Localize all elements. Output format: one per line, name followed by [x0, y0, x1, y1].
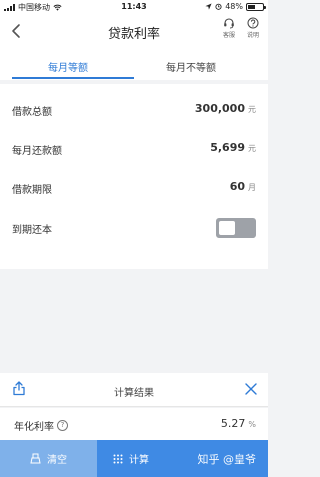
service-button[interactable]: 客服: [219, 17, 239, 39]
clear-button[interactable]: 清空: [0, 440, 97, 477]
help-label: 说明: [246, 32, 259, 39]
status-bar: 中国移动 11:43 48%: [0, 0, 268, 14]
location-icon: [205, 3, 212, 10]
loan-term-number: 60: [229, 180, 245, 193]
loan-term-unit: 月: [248, 183, 256, 192]
tab-equal-monthly[interactable]: 每月等额: [48, 59, 88, 74]
calculate-label: 计算: [129, 455, 149, 466]
principal-at-maturity-label: 到期还本: [12, 225, 52, 236]
result-title: 计算结果: [114, 388, 154, 399]
monthly-payment-value[interactable]: 5,699 元: [210, 141, 256, 154]
loan-amount-number: 300,000: [194, 102, 245, 115]
loan-term-value[interactable]: 60 月: [230, 180, 256, 193]
battery-icon: [246, 2, 266, 11]
headset-icon: [224, 18, 234, 29]
nav-bar: 贷款利率 客服 说明: [0, 14, 268, 48]
loan-term-row[interactable]: 借款期限 60 月: [0, 170, 268, 206]
loan-amount-unit: 元: [248, 105, 256, 114]
watermark: 知乎 @皇爷: [197, 453, 257, 466]
loan-term-label: 借款期限: [12, 185, 52, 196]
monthly-payment-row[interactable]: 每月还款额 5,699 元: [0, 131, 268, 167]
result-header: 计算结果: [0, 373, 268, 407]
annual-rate-unit: %: [248, 420, 256, 429]
loan-amount-label: 借款总额: [12, 107, 52, 118]
calculator-icon: [113, 454, 123, 463]
annual-rate-label-group: 年化利率 ?: [14, 418, 68, 433]
close-icon[interactable]: [244, 382, 258, 396]
toggle-knob: [219, 221, 235, 235]
loan-form: 借款总额 300,000 元 每月还款额 5,699 元 借款期限 60 月 到期还本: [0, 84, 268, 269]
help-button[interactable]: 说明: [243, 17, 263, 39]
tab-bar: 每月等额 每月不等额: [0, 48, 268, 80]
loan-amount-row[interactable]: 借款总额 300,000 元: [0, 92, 268, 128]
service-label: 客服: [222, 32, 235, 39]
help-icon[interactable]: ?: [57, 420, 68, 431]
status-right: 48%: [205, 2, 266, 11]
principal-at-maturity-toggle[interactable]: [216, 218, 256, 238]
monthly-payment-label: 每月还款额: [12, 146, 62, 157]
principal-at-maturity-row: 到期还本: [0, 210, 268, 246]
eraser-icon: [30, 453, 41, 464]
annual-rate-value: 5.27%: [221, 417, 256, 430]
battery-percent: 48%: [225, 2, 243, 11]
annual-rate-row: 年化利率 ? 5.27%: [0, 408, 268, 440]
question-icon: [247, 17, 259, 29]
monthly-payment-number: 5,699: [210, 141, 245, 154]
active-tab-indicator: [12, 77, 134, 79]
alarm-icon: [215, 3, 222, 10]
clear-label: 清空: [47, 455, 67, 466]
annual-rate-label: 年化利率: [14, 422, 54, 433]
loan-amount-value[interactable]: 300,000 元: [195, 102, 256, 115]
annual-rate-number: 5.27: [220, 417, 246, 430]
tab-unequal-monthly[interactable]: 每月不等额: [166, 59, 216, 74]
monthly-payment-unit: 元: [248, 144, 256, 153]
